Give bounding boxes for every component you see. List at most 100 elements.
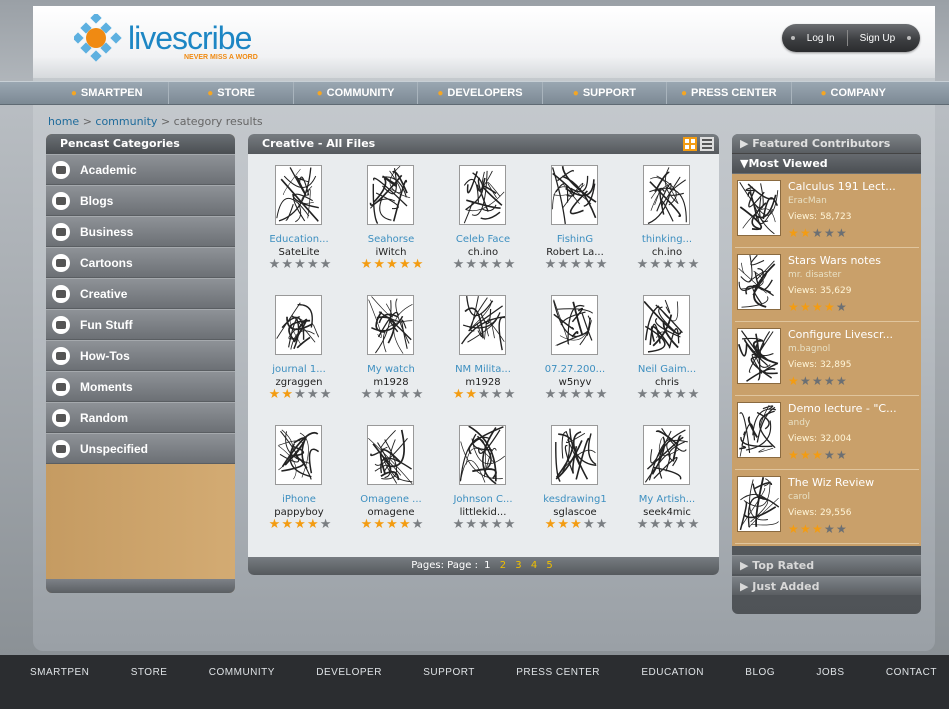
most-viewed-thumbnail[interactable]: [737, 180, 781, 236]
file-tile[interactable]: kesdrawing1 sglascoe ★ ★ ★ ★ ★: [530, 420, 620, 540]
login-button[interactable]: Log In: [801, 33, 841, 44]
file-title[interactable]: kesdrawing1: [530, 494, 620, 505]
featured-contributors-tab[interactable]: ▶ Featured Contributors: [732, 134, 921, 154]
file-title[interactable]: 07.27.200...: [530, 364, 620, 375]
category-fun-stuff[interactable]: Fun Stuff: [46, 309, 235, 340]
top-rated-tab[interactable]: ▶ Top Rated: [732, 555, 921, 574]
most-viewed-thumbnail[interactable]: [737, 402, 781, 458]
footer-link-smartpen[interactable]: SMARTPEN: [30, 667, 89, 678]
category-unspecified[interactable]: Unspecified: [46, 433, 235, 464]
most-viewed-title[interactable]: Calculus 191 Lect...: [788, 180, 896, 193]
file-title[interactable]: iPhone: [254, 494, 344, 505]
file-title[interactable]: journal 1...: [254, 364, 344, 375]
breadcrumb-home[interactable]: home: [48, 115, 79, 128]
footer-link-community[interactable]: COMMUNITY: [209, 667, 275, 678]
category-creative[interactable]: Creative: [46, 278, 235, 309]
file-tile[interactable]: NM Milita... m1928 ★ ★ ★ ★ ★: [438, 290, 528, 410]
file-tile[interactable]: My watch m1928 ★ ★ ★ ★ ★: [346, 290, 436, 410]
file-tile[interactable]: FishinG Robert La... ★ ★ ★ ★ ★: [530, 160, 620, 280]
footer-link-education[interactable]: EDUCATION: [641, 667, 704, 678]
category-blogs[interactable]: Blogs: [46, 185, 235, 216]
file-thumbnail[interactable]: [551, 295, 598, 355]
most-viewed-title[interactable]: The Wiz Review: [788, 476, 874, 489]
breadcrumb-community[interactable]: community: [95, 115, 157, 128]
file-thumbnail[interactable]: [367, 295, 414, 355]
file-thumbnail[interactable]: [643, 425, 690, 485]
nav-item-store[interactable]: ● STORE: [169, 82, 294, 104]
page-link[interactable]: 3: [515, 560, 521, 571]
file-tile[interactable]: My Artish... seek4mic ★ ★ ★ ★ ★: [622, 420, 712, 540]
nav-item-support[interactable]: ● SUPPORT: [543, 82, 668, 104]
nav-item-company[interactable]: ● COMPANY: [792, 82, 915, 104]
file-thumbnail[interactable]: [551, 425, 598, 485]
file-thumbnail[interactable]: [275, 295, 322, 355]
file-title[interactable]: My watch: [346, 364, 436, 375]
file-title[interactable]: Johnson C...: [438, 494, 528, 505]
page-link[interactable]: 5: [546, 560, 552, 571]
file-title[interactable]: Omagene ...: [346, 494, 436, 505]
most-viewed-author[interactable]: andy: [788, 418, 810, 428]
nav-item-developers[interactable]: ● DEVELOPERS: [418, 82, 543, 104]
category-random[interactable]: Random: [46, 402, 235, 433]
file-thumbnail[interactable]: [643, 295, 690, 355]
footer-link-jobs[interactable]: JOBS: [816, 667, 844, 678]
just-added-tab[interactable]: ▶ Just Added: [732, 576, 921, 595]
footer-link-store[interactable]: STORE: [131, 667, 168, 678]
most-viewed-thumbnail[interactable]: [737, 476, 781, 532]
file-thumbnail[interactable]: [275, 425, 322, 485]
most-viewed-title[interactable]: Configure Livescr...: [788, 328, 893, 341]
most-viewed-item[interactable]: The Wiz Review carol Views: 29,556 ★ ★ ★ ★ ★: [735, 470, 919, 544]
file-tile[interactable]: 07.27.200... w5nyv ★ ★ ★ ★ ★: [530, 290, 620, 410]
file-tile[interactable]: Omagene ... omagene ★ ★ ★ ★ ★: [346, 420, 436, 540]
file-tile[interactable]: iPhone pappyboy ★ ★ ★ ★ ★: [254, 420, 344, 540]
page-link[interactable]: 4: [531, 560, 537, 571]
file-thumbnail[interactable]: [367, 425, 414, 485]
file-tile[interactable]: Seahorse iWitch ★ ★ ★ ★ ★: [346, 160, 436, 280]
livescribe-logo[interactable]: livescribe NEVER MISS A WORD: [72, 12, 272, 64]
file-title[interactable]: thinking...: [622, 234, 712, 245]
most-viewed-tab[interactable]: ▼Most Viewed: [732, 154, 921, 173]
file-thumbnail[interactable]: [459, 295, 506, 355]
file-title[interactable]: My Artish...: [622, 494, 712, 505]
file-tile[interactable]: journal 1... zgraggen ★ ★ ★ ★ ★: [254, 290, 344, 410]
footer-link-press-center[interactable]: PRESS CENTER: [516, 667, 600, 678]
file-tile[interactable]: thinking... ch.ino ★ ★ ★ ★ ★: [622, 160, 712, 280]
most-viewed-item[interactable]: Demo lecture - "C... andy Views: 32,004 ★ ★ ★…: [735, 396, 919, 470]
most-viewed-item[interactable]: Stars Wars notes mr. disaster Views: 35,62…: [735, 248, 919, 322]
footer-link-contact[interactable]: CONTACT: [886, 667, 937, 678]
most-viewed-item[interactable]: Configure Livescr... m.bagnol Views: 32,89…: [735, 322, 919, 396]
page-link[interactable]: 1: [484, 560, 490, 571]
file-title[interactable]: Celeb Face: [438, 234, 528, 245]
nav-item-smartpen[interactable]: ● SMARTPEN: [45, 82, 170, 104]
list-view-icon[interactable]: [700, 137, 714, 151]
most-viewed-author[interactable]: carol: [788, 492, 810, 502]
file-title[interactable]: NM Milita...: [438, 364, 528, 375]
most-viewed-item[interactable]: Calculus 191 Lect... EracMan Views: 58,723…: [735, 174, 919, 248]
file-title[interactable]: Education...: [254, 234, 344, 245]
file-tile[interactable]: Neil Gaim... chris ★ ★ ★ ★ ★: [622, 290, 712, 410]
category-cartoons[interactable]: Cartoons: [46, 247, 235, 278]
file-title[interactable]: Seahorse: [346, 234, 436, 245]
file-thumbnail[interactable]: [459, 425, 506, 485]
file-title[interactable]: Neil Gaim...: [622, 364, 712, 375]
file-title[interactable]: FishinG: [530, 234, 620, 245]
file-thumbnail[interactable]: [459, 165, 506, 225]
nav-item-press-center[interactable]: ● PRESS CENTER: [667, 82, 792, 104]
file-tile[interactable]: Celeb Face ch.ino ★ ★ ★ ★ ★: [438, 160, 528, 280]
file-thumbnail[interactable]: [551, 165, 598, 225]
file-thumbnail[interactable]: [643, 165, 690, 225]
file-thumbnail[interactable]: [367, 165, 414, 225]
most-viewed-title[interactable]: Demo lecture - "C...: [788, 402, 897, 415]
file-tile[interactable]: Education... SateLite ★ ★ ★ ★ ★: [254, 160, 344, 280]
most-viewed-author[interactable]: m.bagnol: [788, 344, 830, 354]
footer-link-blog[interactable]: BLOG: [745, 667, 775, 678]
most-viewed-thumbnail[interactable]: [737, 254, 781, 310]
footer-link-support[interactable]: SUPPORT: [423, 667, 475, 678]
most-viewed-title[interactable]: Stars Wars notes: [788, 254, 881, 267]
category-how-tos[interactable]: How-Tos: [46, 340, 235, 371]
category-business[interactable]: Business: [46, 216, 235, 247]
file-thumbnail[interactable]: [275, 165, 322, 225]
category-academic[interactable]: Academic: [46, 154, 235, 185]
signup-button[interactable]: Sign Up: [854, 33, 902, 44]
file-tile[interactable]: Johnson C... littlekid... ★ ★ ★ ★ ★: [438, 420, 528, 540]
